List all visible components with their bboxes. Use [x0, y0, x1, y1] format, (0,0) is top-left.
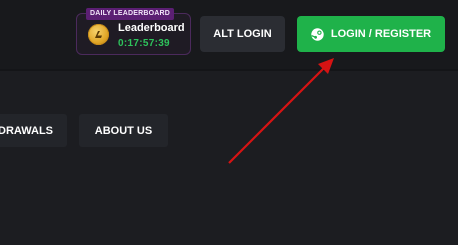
- nav-tab-withdrawals[interactable]: DRAWALS: [0, 114, 67, 147]
- coin-icon: [88, 24, 109, 45]
- leaderboard-title: Leaderboard: [118, 22, 185, 34]
- nav-tab-about-us-label: ABOUT US: [94, 124, 153, 137]
- login-register-label: LOGIN / REGISTER: [330, 28, 432, 40]
- daily-leaderboard-widget[interactable]: DAILY LEADERBOARD Leaderboard 0:17:57:39: [76, 8, 191, 55]
- steam-icon: [311, 27, 324, 41]
- daily-leaderboard-badge: DAILY LEADERBOARD: [86, 8, 175, 20]
- subnav-bar: [0, 71, 458, 245]
- alt-login-label: ALT LOGIN: [213, 28, 272, 40]
- nav-tab-withdrawals-label: DRAWALS: [0, 124, 53, 137]
- alt-login-button[interactable]: ALT LOGIN: [200, 16, 285, 52]
- leaderboard-countdown: 0:17:57:39: [118, 38, 170, 49]
- nav-tab-about-us[interactable]: ABOUT US: [79, 114, 168, 147]
- login-register-button[interactable]: LOGIN / REGISTER: [297, 16, 445, 52]
